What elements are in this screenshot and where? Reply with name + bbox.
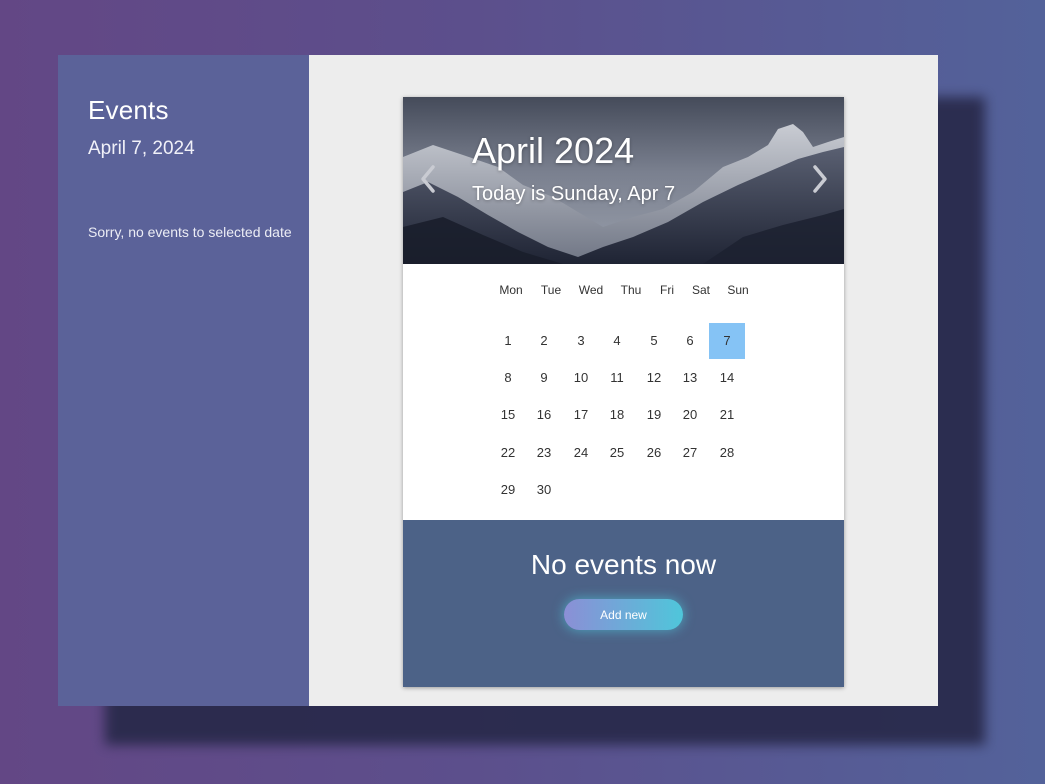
calendar-day[interactable]: 30	[526, 472, 562, 508]
calendar-day[interactable]: 24	[563, 435, 599, 471]
calendar-day[interactable]: 26	[636, 435, 672, 471]
no-events-title: No events now	[530, 549, 717, 580]
calendar-day[interactable]: 5	[636, 323, 672, 359]
calendar-day[interactable]: 1	[490, 323, 526, 359]
calendar-day[interactable]: 23	[526, 435, 562, 471]
calendar-day[interactable]: 6	[672, 323, 708, 359]
calendar-day[interactable]: 11	[599, 360, 635, 396]
calendar-day[interactable]: 7	[709, 323, 745, 359]
calendar-day[interactable]: 2	[526, 323, 562, 359]
calendar-day[interactable]: 4	[599, 323, 635, 359]
app-window: Events April 7, 2024 Sorry, no events to…	[58, 55, 938, 706]
calendar-day[interactable]: 3	[563, 323, 599, 359]
calendar-day[interactable]: 10	[563, 360, 599, 396]
calendar-day[interactable]: 21	[709, 397, 745, 433]
calendar-day[interactable]: 20	[672, 397, 708, 433]
calendar-day[interactable]: 17	[563, 397, 599, 433]
add-new-event-button[interactable]: Add new	[564, 599, 683, 630]
calendar-card: April 2024 Today is Sunday, Apr 7 Mon Tu…	[403, 97, 844, 687]
calendar-day[interactable]: 9	[526, 360, 562, 396]
calendar-day[interactable]: 15	[490, 397, 526, 433]
calendar-day[interactable]: 12	[636, 360, 672, 396]
calendar-day[interactable]: 14	[709, 360, 745, 396]
days-grid: 1 2 3 4 5 6 7 8 9 10 11 12 13 14 15 16 17 18 19 20 21 22 23 24 2…	[403, 97, 844, 520]
events-panel: No events now Add new	[403, 520, 844, 687]
calendar-day[interactable]: 29	[490, 472, 526, 508]
calendar-day[interactable]: 19	[636, 397, 672, 433]
sidebar-selected-date: April 7, 2024	[88, 138, 195, 159]
calendar-day[interactable]: 22	[490, 435, 526, 471]
calendar-day[interactable]: 25	[599, 435, 635, 471]
calendar-day[interactable]: 18	[599, 397, 635, 433]
calendar-day[interactable]: 13	[672, 360, 708, 396]
calendar-day[interactable]: 27	[672, 435, 708, 471]
sidebar-empty-message: Sorry, no events to selected date	[88, 224, 292, 240]
calendar-day[interactable]: 16	[526, 397, 562, 433]
calendar-day[interactable]: 8	[490, 360, 526, 396]
events-sidebar: Events April 7, 2024 Sorry, no events to…	[58, 55, 309, 706]
calendar-day[interactable]: 28	[709, 435, 745, 471]
sidebar-title: Events	[88, 95, 169, 125]
